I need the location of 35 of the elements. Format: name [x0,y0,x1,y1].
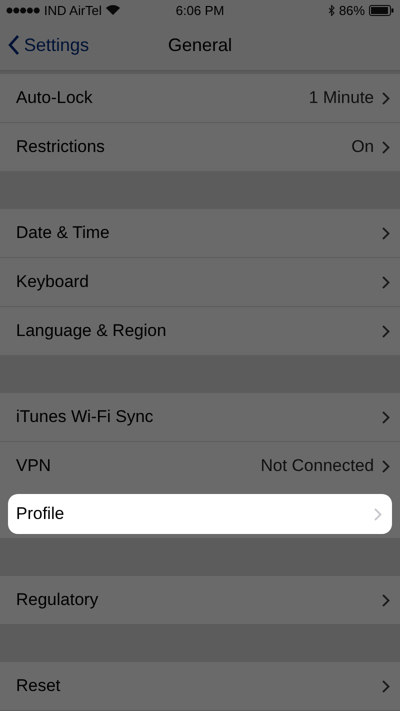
chevron-icon [382,594,390,606]
chevron-icon [382,680,390,692]
row-label: VPN [16,456,51,476]
chevron-icon [382,226,390,240]
back-chevron-icon [8,35,20,55]
signal-icon [6,6,40,14]
battery-percent: 86% [338,2,365,18]
back-button[interactable]: Settings [0,34,90,56]
chevron-icon [382,460,390,472]
settings-row[interactable]: Profile [8,494,392,534]
row-label: Restrictions [16,137,105,157]
bluetooth-icon [328,4,335,16]
chevron-icon [382,324,390,338]
chevron-icon [382,92,390,104]
row-label: Date & Time [16,223,110,243]
battery-icon [368,4,394,16]
chevron-icon [374,508,382,520]
row-label: Regulatory [16,590,98,610]
row-value: On [351,137,374,157]
chevron-icon [382,276,390,288]
nav-title: General [168,34,232,56]
row-label: Keyboard [16,272,89,292]
back-label[interactable]: Settings [24,34,90,56]
chevron-icon [382,410,390,424]
chevron-icon [382,140,390,154]
wifi-icon [106,5,120,15]
row-label: iTunes Wi-Fi Sync [16,407,154,427]
row-label: Profile [16,504,64,524]
row-value: Not Connected [260,456,374,476]
row-label: Reset [16,676,60,696]
carrier-name: IND AirTel [44,2,102,18]
row-label: Auto-Lock [16,88,93,108]
status-time: 6:06 PM [176,2,224,18]
row-label: Language & Region [16,321,166,341]
row-value: 1 Minute [308,88,374,108]
